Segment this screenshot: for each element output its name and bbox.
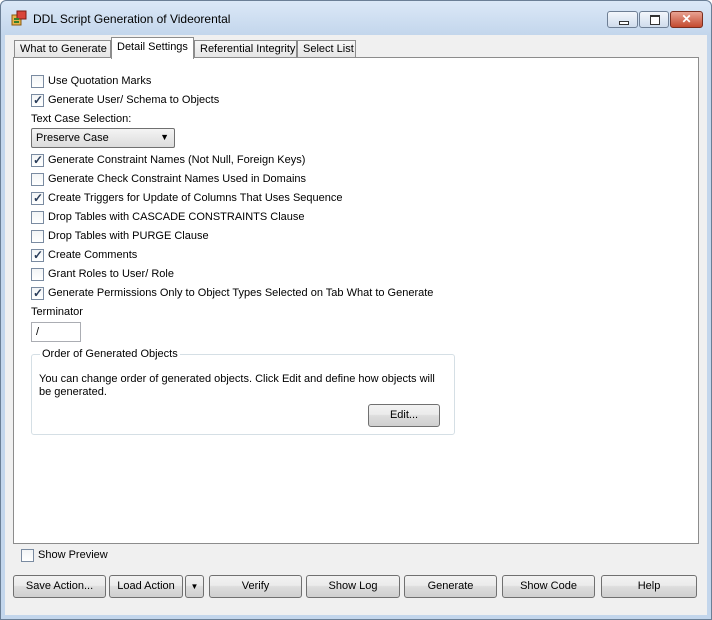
checkbox-label: Create Comments [48,249,138,261]
tab-label: Select List [303,43,354,55]
checkbox-box[interactable] [31,230,44,243]
terminator-input[interactable]: / [31,322,81,342]
close-icon: ✕ [681,12,692,26]
save-action-button[interactable]: Save Action... [13,575,106,598]
checkbox-box[interactable]: ✓ [31,93,44,107]
checkbox-label: Create Triggers for Update of Columns Th… [48,192,343,204]
generate-button[interactable]: Generate [404,575,497,598]
checkbox-label: Generate User/ Schema to Objects [48,94,220,106]
terminator-value: / [36,326,40,338]
window-title: DDL Script Generation of Videorental [33,12,231,26]
minimize-icon [619,21,629,25]
checkbox-label: Generate Permissions Only to Object Type… [48,287,434,299]
tab-label: What to Generate [20,43,107,55]
check-icon: ✓ [33,248,44,262]
checkbox-box[interactable] [31,75,44,88]
checkbox-box[interactable]: ✓ [31,286,44,300]
check-icon: ✓ [33,153,44,167]
checkbox-label: Generate Check Constraint Names Used in … [48,173,307,185]
checkbox-box[interactable]: ✓ [31,248,44,262]
show-log-button[interactable]: Show Log [306,575,400,598]
dialog-client: What to Generate Detail Settings Referen… [5,35,707,615]
tab-detail-settings[interactable]: Detail Settings [111,37,194,59]
tab-what-to-generate[interactable]: What to Generate [14,40,111,58]
checkbox-label: Generate Constraint Names (Not Null, For… [48,154,306,166]
checkbox-label: Drop Tables with CASCADE CONSTRAINTS Cla… [48,211,305,223]
title-bar[interactable]: DDL Script Generation of Videorental ✕ [1,1,711,35]
checkbox-label: Drop Tables with PURGE Clause [48,230,209,242]
checkbox-label: Grant Roles to User/ Role [48,268,174,280]
tab-label: Referential Integrity [200,43,296,55]
select-value: Preserve Case [36,132,109,144]
verify-button[interactable]: Verify [209,575,302,598]
text-case-select[interactable]: Preserve Case ▼ [31,128,175,148]
minimize-button[interactable] [607,11,638,28]
checkbox-label: Use Quotation Marks [48,75,152,87]
show-code-button[interactable]: Show Code [502,575,595,598]
help-button[interactable]: Help [601,575,697,598]
checkbox-label: Show Preview [38,549,108,561]
check-icon: ✓ [33,93,44,107]
checkbox-box[interactable] [31,211,44,224]
checkbox-box[interactable]: ✓ [31,153,44,167]
checkbox-box[interactable] [31,268,44,281]
tab-referential-integrity[interactable]: Referential Integrity [194,40,297,58]
chevron-down-icon: ▼ [160,132,169,142]
app-icon [11,10,27,26]
checkbox-box[interactable] [21,549,34,562]
tab-select-list[interactable]: Select List [297,40,356,58]
load-action-dropdown-button[interactable]: ▼ [185,575,204,598]
dialog-window: DDL Script Generation of Videorental ✕ W… [0,0,712,620]
text-case-label: Text Case Selection: [31,113,132,125]
chevron-down-icon: ▼ [190,582,199,591]
order-of-generated-objects-group: Order of Generated Objects You can chang… [31,348,455,435]
checkbox-box[interactable]: ✓ [31,191,44,205]
check-icon: ✓ [33,286,44,300]
check-icon: ✓ [33,191,44,205]
maximize-icon [650,15,660,25]
maximize-button[interactable] [639,11,669,28]
close-button[interactable]: ✕ [670,11,703,28]
checkbox-box[interactable] [31,173,44,186]
edit-order-button[interactable]: Edit... [368,404,440,427]
detail-settings-panel: Use Quotation Marks ✓ Generate User/ Sch… [13,57,699,544]
load-action-button[interactable]: Load Action [109,575,183,598]
terminator-label: Terminator [31,306,83,318]
group-description: You can change order of generated object… [39,373,435,398]
tab-label: Detail Settings [117,41,188,53]
group-title: Order of Generated Objects [40,348,180,360]
